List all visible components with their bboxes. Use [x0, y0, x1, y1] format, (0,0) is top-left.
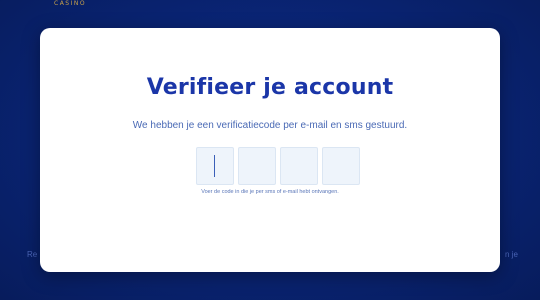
casino-logo: CASINO — [54, 0, 87, 7]
code-digit-1-input[interactable] — [196, 147, 234, 185]
modal-subtitle: We hebben je een verificatiecode per e-m… — [132, 120, 408, 131]
background-text-right: n je — [505, 250, 518, 259]
code-hint-text: Voer de code in die je per sms of e-mail… — [201, 189, 339, 195]
verification-code-inputs — [196, 147, 360, 185]
background-text-left: Re — [27, 250, 38, 259]
code-digit-3-input[interactable] — [280, 147, 318, 185]
code-digit-4-input[interactable] — [322, 147, 360, 185]
modal-title: Verifieer je account — [146, 75, 394, 100]
text-caret — [214, 155, 215, 177]
code-digit-2-input[interactable] — [238, 147, 276, 185]
verification-modal: Verifieer je account We hebben je een ve… — [40, 28, 500, 272]
